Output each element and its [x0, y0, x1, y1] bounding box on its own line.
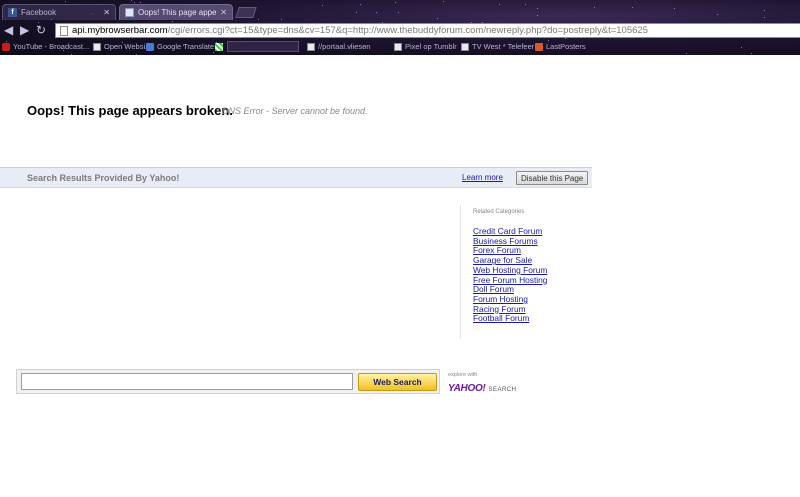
tab-strip: f Facebook ✕ Oops! This page appears br.… [0, 4, 800, 20]
search-input[interactable] [21, 373, 353, 390]
star-decoration [65, 1, 66, 2]
web-search-box: Web Search [16, 369, 440, 394]
bookmark-google-translate[interactable]: Google Translate [146, 40, 214, 53]
bookmark-label: YouTube - Broadcast... [13, 42, 90, 51]
bookmark-portaal[interactable]: //portaal.vliesen [307, 40, 371, 53]
learn-more-link[interactable]: Learn more [462, 173, 503, 182]
star-decoration [71, 54, 72, 55]
explore-with-label: explore with [448, 372, 478, 378]
web-search-button[interactable]: Web Search [358, 373, 437, 391]
page-icon [461, 42, 469, 51]
bookmark-grid[interactable] [215, 40, 223, 53]
navigation-bar: ◀ ▶ ↻ api.mybrowserbar.com/cgi/errors.cg… [0, 21, 800, 39]
star-decoration [751, 53, 752, 54]
disable-page-button[interactable]: Disable this Page [516, 171, 589, 185]
bookmark-tumblr[interactable]: Pixel op Tumblr [394, 40, 457, 53]
yahoo-search-brand: explore with YAHOO! SEARCH [448, 372, 516, 396]
tab-title: Facebook [21, 8, 57, 17]
back-arrow-icon[interactable]: ◀ [4, 23, 13, 37]
bookmark-open-website[interactable]: Open Websi... [93, 40, 151, 53]
tab-facebook[interactable]: f Facebook ✕ [2, 4, 116, 20]
star-decoration [395, 2, 396, 3]
star-decoration [131, 0, 132, 1]
url-path: /cgi/errors.cgi?ct=15&type=dns&cv=157&q=… [167, 25, 648, 36]
related-categories-panel: Related Categories Credit Card Forum Bus… [460, 205, 590, 338]
url-host: api.mybrowserbar.com [72, 25, 168, 36]
forward-arrow-icon[interactable]: ▶ [20, 23, 29, 37]
yahoo-search-label: SEARCH [488, 387, 517, 393]
bookmark-label: LastPosters [546, 42, 586, 51]
page-icon [307, 42, 315, 51]
star-decoration [686, 53, 687, 54]
error-detail: DNS Error - Server cannot be found. [222, 106, 368, 116]
address-bar[interactable]: api.mybrowserbar.com/cgi/errors.cgi?ct=1… [55, 23, 800, 38]
facebook-icon: f [8, 8, 17, 17]
bookmark-lastposters[interactable]: LastPosters [535, 40, 586, 53]
yahoo-logo: YAHOO! [448, 383, 486, 394]
translate-icon [146, 42, 154, 51]
bookmark-label: Open Websi... [104, 42, 152, 51]
reload-icon[interactable]: ↻ [36, 23, 46, 37]
page-icon [125, 8, 134, 17]
bookmark-youtube[interactable]: YouTube - Broadcast... [2, 40, 89, 53]
related-categories-list: Credit Card Forum Business Forums Forex … [473, 226, 590, 324]
page-icon [60, 25, 68, 36]
bookmark-unlabeled[interactable] [227, 41, 299, 52]
star-decoration [136, 54, 137, 55]
grid-icon [215, 42, 223, 51]
star-decoration [134, 2, 135, 3]
bookmark-label: Google Translate [157, 42, 215, 51]
bookmark-label: //portaal.vliesen [318, 42, 371, 51]
related-categories-title: Related Categories [473, 209, 525, 215]
page-icon [394, 42, 402, 51]
error-heading: Oops! This page appears broken. [27, 103, 233, 118]
star-decoration [140, 2, 141, 3]
tab-current-page[interactable]: Oops! This page appears br... ✕ [119, 4, 233, 20]
star-decoration [443, 1, 444, 2]
bookmark-label: TV West * Telefeer [472, 42, 535, 51]
results-provider-label: Search Results Provided By Yahoo! [27, 173, 180, 183]
page-icon [93, 42, 101, 51]
related-category-link[interactable]: Football Forum [473, 314, 590, 324]
bookmark-label: Pixel op Tumblr [405, 42, 457, 51]
close-icon[interactable]: ✕ [220, 8, 227, 17]
lastposters-icon [535, 42, 543, 51]
new-tab-button[interactable] [235, 7, 257, 18]
tab-title: Oops! This page appears br... [138, 8, 217, 17]
close-icon[interactable]: ✕ [103, 8, 110, 17]
bookmark-tv-west[interactable]: TV West * Telefeer [461, 40, 534, 53]
youtube-icon [2, 42, 10, 51]
search-results-bar: Search Results Provided By Yahoo! Learn … [0, 167, 592, 188]
browser-chrome: f Facebook ✕ Oops! This page appears br.… [0, 0, 800, 55]
bookmarks-bar: YouTube - Broadcast... Open Websi... Goo… [0, 40, 800, 53]
